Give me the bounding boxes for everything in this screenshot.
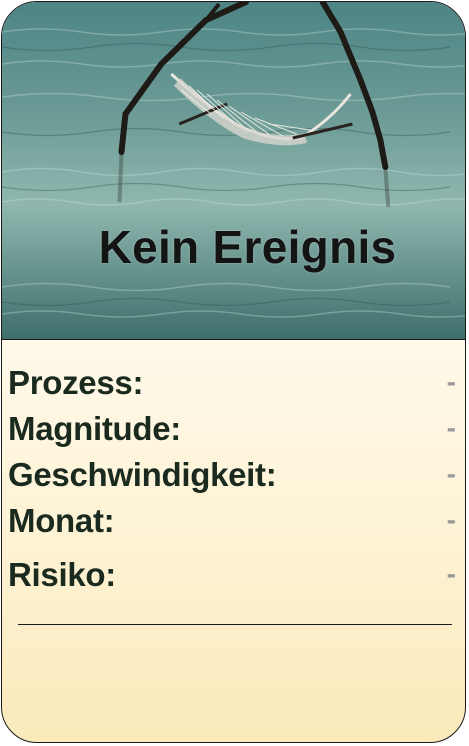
stat-row-prozess: Prozess: - [8, 364, 460, 410]
stats-panel: Prozess: - Magnitude: - Geschwindigkeit:… [8, 364, 460, 602]
divider-line [18, 624, 452, 625]
stat-label: Prozess: [8, 364, 144, 401]
event-card[interactable]: Kein Ereignis Prozess: - Magnitude: - Ge… [1, 1, 466, 743]
stat-value: - [446, 366, 456, 397]
stat-label: Geschwindigkeit: [8, 456, 277, 493]
stat-value: - [446, 412, 456, 443]
stat-row-geschwindigkeit: Geschwindigkeit: - [8, 456, 460, 502]
hammock-water-image: Kein Ereignis [2, 2, 465, 340]
stat-row-risiko: Risiko: - [8, 556, 460, 602]
stat-row-monat: Monat: - [8, 502, 460, 548]
risk-value: - [446, 558, 456, 589]
hammock-photo-illustration [2, 2, 465, 339]
stat-label: Monat: [8, 502, 115, 539]
risk-label: Risiko: [8, 556, 116, 593]
stat-value: - [446, 504, 456, 535]
stat-row-magnitude: Magnitude: - [8, 410, 460, 456]
event-title: Kein Ereignis [98, 221, 397, 273]
stat-value: - [446, 458, 456, 489]
stat-label: Magnitude: [8, 410, 181, 447]
